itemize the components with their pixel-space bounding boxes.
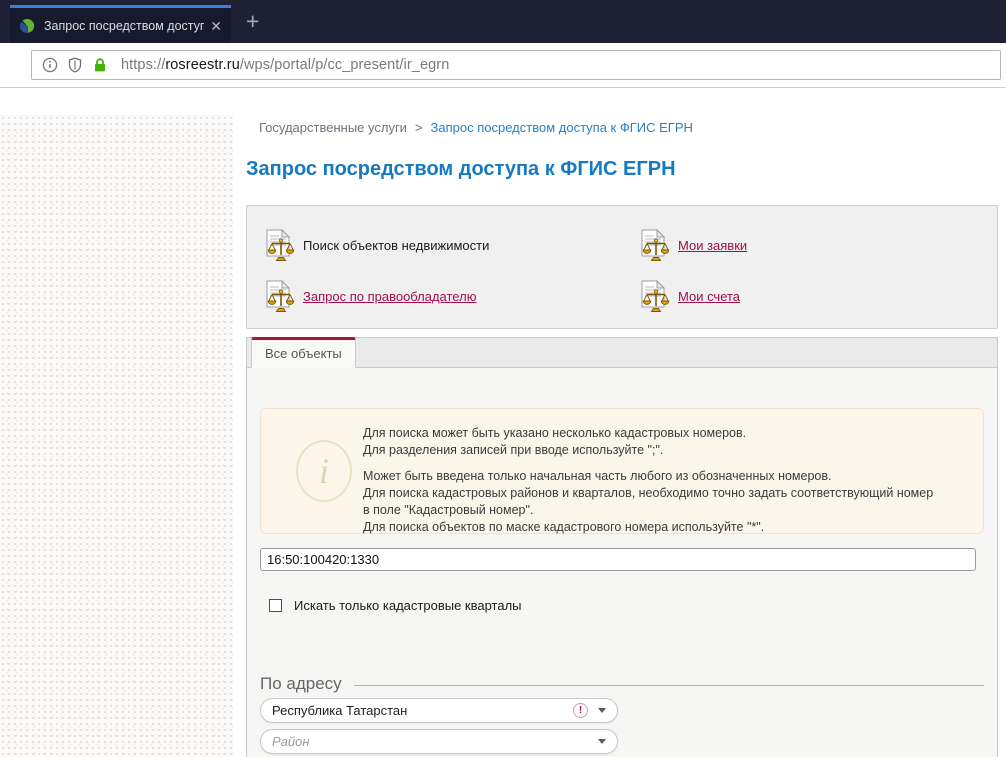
url-scheme: https:// — [121, 57, 166, 73]
info-line: Для разделения записей при вводе использ… — [363, 443, 664, 457]
district-dropdown-placeholder: Район — [272, 734, 310, 749]
page-background-texture — [0, 115, 233, 757]
info-line: Для поиска кадастровых районов и квартал… — [363, 486, 934, 500]
cadastral-number-input[interactable] — [260, 548, 976, 571]
info-line: в поле "Кадастровый номер". — [363, 503, 534, 517]
info-box: i Для поиска может быть указано нескольк… — [260, 408, 984, 534]
info-line: Для поиска может быть указано несколько … — [363, 426, 747, 440]
region-dropdown[interactable]: Республика Татарстан ! — [260, 698, 618, 723]
address-legend-row: По адресу — [260, 674, 984, 694]
search-tab-panel: Все объекты i Для поиска может быть указ… — [246, 337, 998, 757]
breadcrumb-separator: > — [414, 120, 423, 135]
page-info-icon[interactable] — [42, 57, 58, 73]
browser-tab-active[interactable]: Запрос посредством доступа ✕ — [10, 5, 231, 43]
rosreestr-favicon-icon — [19, 18, 35, 34]
info-paragraph: Для поиска может быть указано несколько … — [363, 425, 963, 459]
url-path: /wps/portal/p/cc_present/ir_egrn — [239, 57, 450, 73]
quick-link-label[interactable]: Запрос по правообладателю — [303, 289, 476, 304]
breadcrumb: Государственные услуги > Запрос посредство… — [259, 120, 693, 135]
document-scales-icon — [265, 229, 295, 262]
quick-links-panel: Поиск объектов недвижимости Мои заявки З… — [246, 205, 998, 329]
browser-address-bar: https://rosreestr.ru/wps/portal/p/cc_pre… — [0, 43, 1006, 88]
chevron-down-icon[interactable] — [598, 739, 606, 744]
document-scales-icon — [640, 280, 670, 313]
breadcrumb-link-current[interactable]: Запрос посредством доступа к ФГИС ЕГРН — [431, 120, 693, 135]
chevron-down-icon[interactable] — [598, 708, 606, 713]
quarters-checkbox-label: Искать только кадастровые кварталы — [294, 598, 522, 613]
breadcrumb-link-services[interactable]: Государственные услуги — [259, 120, 407, 135]
secure-lock-icon[interactable] — [92, 57, 108, 73]
address-legend: По адресу — [260, 674, 342, 693]
quarters-checkbox-row: Искать только кадастровые кварталы — [269, 598, 997, 613]
page-viewport: Государственные услуги > Запрос посредство… — [0, 88, 1006, 757]
browser-tab-bar: Запрос посредством доступа ✕ + — [0, 0, 1006, 43]
quick-link-label[interactable]: Мои заявки — [678, 238, 747, 253]
region-warning-icon: ! — [573, 703, 588, 718]
new-tab-button[interactable]: + — [246, 10, 259, 33]
quick-link-my-accounts[interactable]: Мои счета — [640, 276, 997, 318]
tab-close-icon[interactable]: ✕ — [210, 19, 222, 33]
tab-strip: Все объекты — [247, 337, 997, 368]
content-column: Государственные услуги > Запрос посредство… — [233, 88, 1006, 757]
address-section: По адресу Республика Татарстан ! Район — [260, 674, 984, 754]
legend-divider-line — [353, 685, 984, 686]
quick-link-request-by-rightholder[interactable]: Запрос по правообладателю — [265, 276, 640, 318]
document-scales-icon — [265, 280, 295, 313]
quick-link-search-objects: Поиск объектов недвижимости — [265, 225, 640, 267]
info-line: Для поиска объектов по маске кадастровог… — [363, 520, 765, 534]
info-paragraph: Может быть введена только начальная част… — [363, 468, 963, 536]
page-title: Запрос посредством доступа к ФГИС ЕГРН — [246, 158, 676, 180]
info-line: Может быть введена только начальная част… — [363, 469, 832, 483]
tab-all-objects[interactable]: Все объекты — [251, 337, 356, 368]
region-dropdown-value: Республика Татарстан — [272, 703, 408, 718]
info-icon: i — [296, 440, 352, 502]
quick-link-label: Поиск объектов недвижимости — [303, 238, 490, 253]
url-host: rosreestr.ru — [165, 57, 240, 73]
url-text: https://rosreestr.ru/wps/portal/p/cc_pre… — [121, 57, 449, 73]
quick-link-label[interactable]: Мои счета — [678, 289, 740, 304]
tab-label: Все объекты — [265, 346, 342, 361]
quick-link-my-requests[interactable]: Мои заявки — [640, 225, 997, 267]
document-scales-icon — [640, 229, 670, 262]
tracking-protection-shield-icon[interactable] — [67, 57, 83, 73]
url-bar[interactable]: https://rosreestr.ru/wps/portal/p/cc_pre… — [31, 50, 1001, 80]
quarters-checkbox[interactable] — [269, 599, 282, 612]
district-dropdown[interactable]: Район — [260, 729, 618, 754]
tab-title: Запрос посредством доступа — [44, 18, 205, 33]
